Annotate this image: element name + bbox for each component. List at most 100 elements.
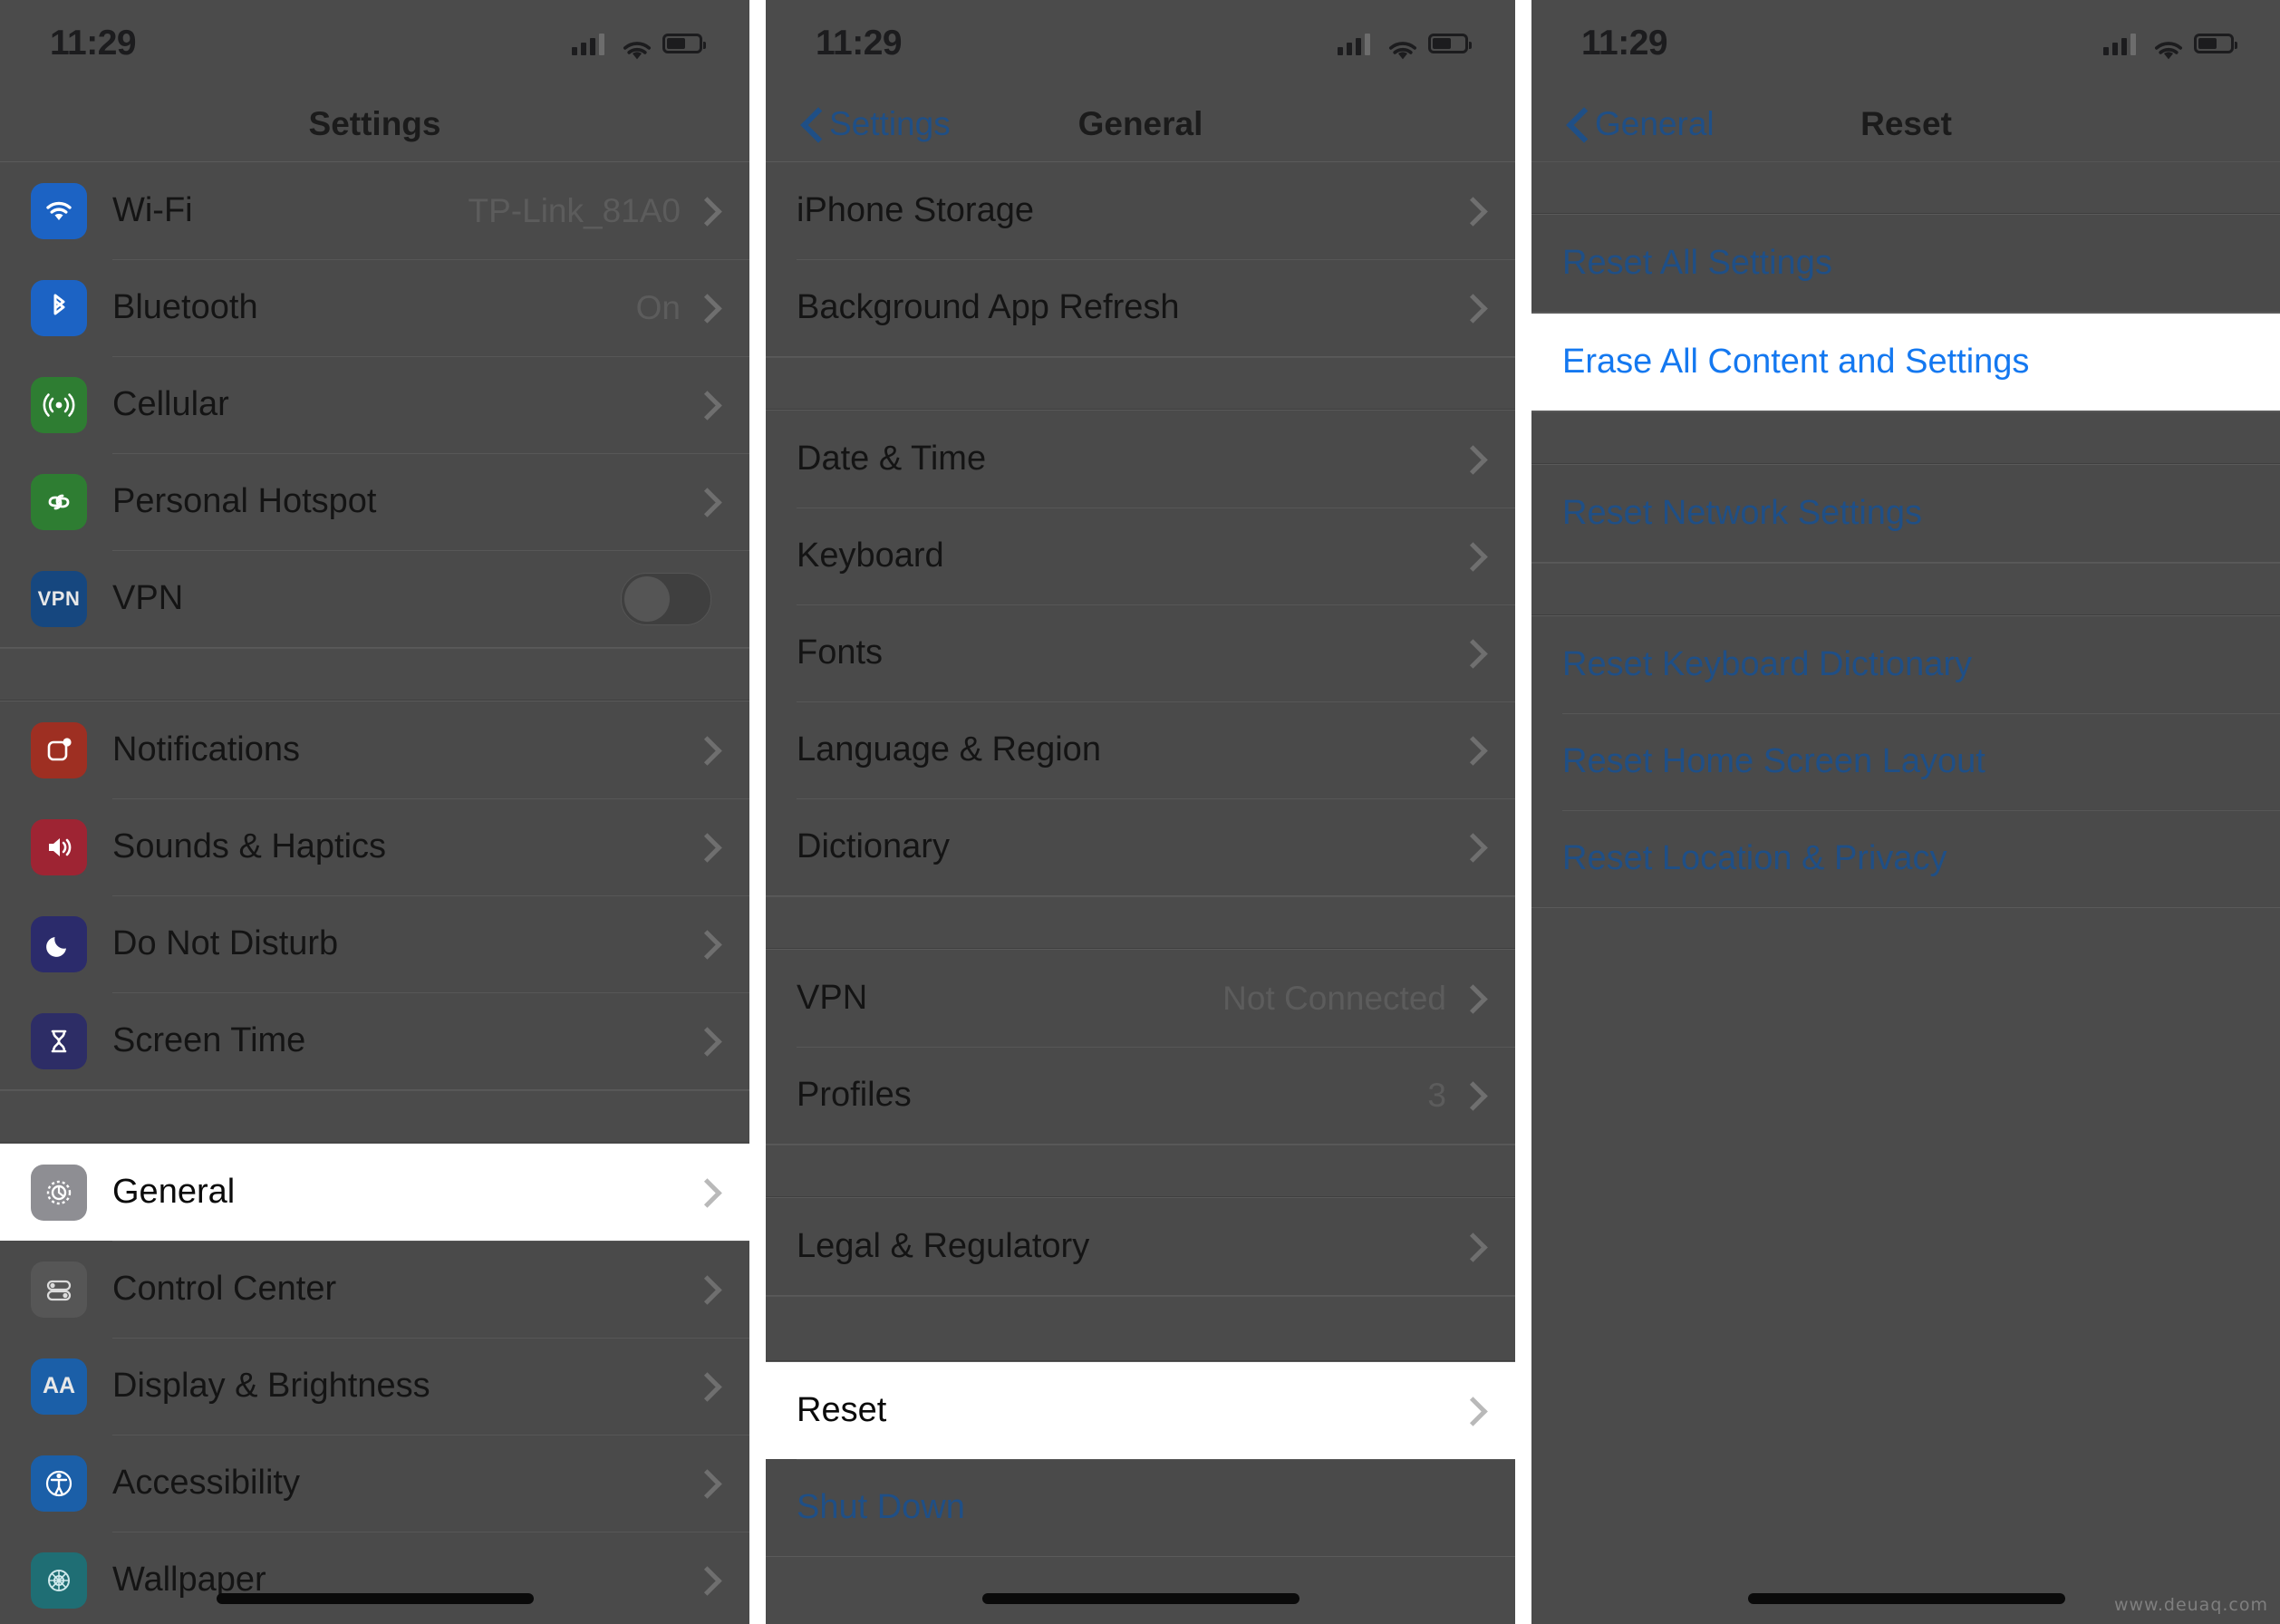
sidebar-item-vpn[interactable]: VPN VPN (0, 550, 749, 647)
back-button-label: Settings (829, 105, 951, 142)
reset-group-erase: Erase All Content and Settings (1531, 313, 2280, 411)
chevron-right-icon (697, 835, 711, 860)
vpn-toggle[interactable] (621, 572, 711, 625)
list-item-background-app-refresh[interactable]: Background App Refresh (766, 259, 1515, 356)
chevron-right-icon (697, 392, 711, 418)
chevron-right-icon (697, 295, 711, 321)
list-item-label: Background App Refresh (797, 288, 1180, 326)
cellular-icon (31, 376, 87, 433)
cellular-bars-icon (1338, 32, 1370, 55)
sidebar-item-label: Do Not Disturb (112, 924, 339, 962)
sidebar-item-personal-hotspot[interactable]: Personal Hotspot (0, 453, 749, 550)
list-item-label: Erase All Content and Settings (1562, 343, 2030, 381)
chevron-right-icon (1463, 544, 1477, 569)
sidebar-item-control-center[interactable]: Control Center (0, 1241, 749, 1338)
page-title: Settings (308, 105, 441, 142)
list-item-date-time[interactable]: Date & Time (766, 411, 1515, 508)
chevron-right-icon (697, 738, 711, 763)
list-item-vpn[interactable]: VPN Not Connected (766, 950, 1515, 1047)
bluetooth-icon (31, 279, 87, 336)
toggle-knob (624, 575, 670, 622)
status-bar-clock: 11:29 (816, 24, 903, 63)
list-item-reset-network-settings[interactable]: Reset Network Settings (1531, 465, 2280, 562)
chevron-left-icon (802, 109, 820, 140)
section-separator (766, 357, 1515, 410)
chevron-right-icon (697, 1277, 711, 1302)
cellular-bars-icon (572, 32, 604, 55)
wifi-icon (2150, 33, 2182, 60)
list-item-language-region[interactable]: Language & Region (766, 701, 1515, 798)
battery-icon (662, 34, 706, 53)
chevron-right-icon (1463, 1083, 1477, 1108)
chevron-right-icon (697, 1471, 711, 1496)
wifi-icon (31, 182, 87, 239)
sidebar-item-notifications[interactable]: Notifications (0, 701, 749, 798)
section-separator (0, 1090, 749, 1143)
list-item-reset-keyboard-dictionary[interactable]: Reset Keyboard Dictionary (1531, 616, 2280, 713)
list-item-reset[interactable]: Reset (766, 1362, 1515, 1459)
sidebar-item-general[interactable]: General (0, 1144, 749, 1241)
wifi-icon (619, 33, 651, 60)
back-button-label: General (1595, 105, 1715, 142)
back-button-general[interactable]: General (1568, 105, 1715, 143)
sidebar-item-do-not-disturb[interactable]: Do Not Disturb (0, 895, 749, 992)
sidebar-item-bluetooth[interactable]: Bluetooth On (0, 259, 749, 356)
chevron-right-icon (1463, 1234, 1477, 1260)
back-button-settings[interactable]: Settings (802, 105, 951, 143)
sidebar-item-cellular[interactable]: Cellular (0, 356, 749, 453)
list-item-dictionary[interactable]: Dictionary (766, 798, 1515, 895)
settings-group-connectivity: Wi-Fi TP-Link_81A0 Bluetooth On Cellular (0, 161, 749, 648)
sidebar-item-accessibility[interactable]: Accessibility (0, 1435, 749, 1532)
list-item-label: Date & Time (797, 440, 987, 478)
status-bar-clock: 11:29 (50, 24, 137, 63)
chevron-right-icon (1463, 1398, 1477, 1424)
list-item-reset-home-screen-layout[interactable]: Reset Home Screen Layout (1531, 713, 2280, 810)
section-separator (766, 1296, 1515, 1361)
panel-divider (1515, 0, 1531, 1624)
list-item-label: Shut Down (797, 1488, 965, 1526)
list-item-reset-all-settings[interactable]: Reset All Settings (1531, 215, 2280, 312)
list-item-iphone-storage[interactable]: iPhone Storage (766, 162, 1515, 259)
list-item-keyboard[interactable]: Keyboard (766, 508, 1515, 604)
list-item-label: iPhone Storage (797, 191, 1034, 229)
chevron-right-icon (697, 1374, 711, 1399)
status-bar-indicators (2103, 32, 2237, 60)
battery-icon (1428, 34, 1472, 53)
sidebar-item-screen-time[interactable]: Screen Time (0, 992, 749, 1089)
hourglass-icon (31, 1012, 87, 1069)
chevron-right-icon (697, 1029, 711, 1054)
reset-group-misc: Reset Keyboard Dictionary Reset Home Scr… (1531, 615, 2280, 908)
list-item-erase-all-content-and-settings[interactable]: Erase All Content and Settings (1531, 314, 2280, 411)
notifications-icon (31, 721, 87, 778)
sidebar-item-label: Personal Hotspot (112, 482, 377, 520)
list-item-reset-location-privacy[interactable]: Reset Location & Privacy (1531, 810, 2280, 907)
list-item-label: Fonts (797, 633, 884, 672)
sidebar-item-label: Screen Time (112, 1021, 306, 1059)
sidebar-item-wifi[interactable]: Wi-Fi TP-Link_81A0 (0, 162, 749, 259)
list-item-profiles[interactable]: Profiles 3 (766, 1047, 1515, 1144)
chevron-right-icon (1463, 835, 1477, 860)
section-separator (1531, 563, 2280, 615)
sidebar-item-label: Accessibility (112, 1464, 300, 1502)
chevron-right-icon (1463, 641, 1477, 666)
home-indicator (216, 1593, 534, 1604)
reset-group-network: Reset Network Settings (1531, 464, 2280, 563)
list-item-label: Keyboard (797, 536, 944, 575)
sidebar-item-label: Cellular (112, 385, 229, 423)
list-item-legal-regulatory[interactable]: Legal & Regulatory (766, 1198, 1515, 1295)
sidebar-item-label: Display & Brightness (112, 1367, 430, 1405)
chevron-right-icon (697, 932, 711, 957)
sidebar-item-display-brightness[interactable]: AA Display & Brightness (0, 1338, 749, 1435)
general-group-reset: Reset Shut Down (766, 1361, 1515, 1557)
list-item-fonts[interactable]: Fonts (766, 604, 1515, 701)
watermark: www.deuaq.com (2113, 1595, 2268, 1615)
chevron-left-icon (1568, 109, 1586, 140)
sidebar-item-sounds-haptics[interactable]: Sounds & Haptics (0, 798, 749, 895)
list-item-value: Not Connected (1222, 979, 1446, 1017)
chevron-right-icon (1463, 447, 1477, 472)
sidebar-item-wallpaper[interactable]: Wallpaper (0, 1532, 749, 1624)
list-item-shut-down[interactable]: Shut Down (766, 1459, 1515, 1556)
sidebar-item-label: Wi-Fi (112, 191, 193, 229)
sidebar-item-label: Bluetooth (112, 288, 258, 326)
three-panel-screenshot: 11:29 Settings Wi-Fi TP-Link_81A0 Blueto… (0, 0, 2280, 1624)
